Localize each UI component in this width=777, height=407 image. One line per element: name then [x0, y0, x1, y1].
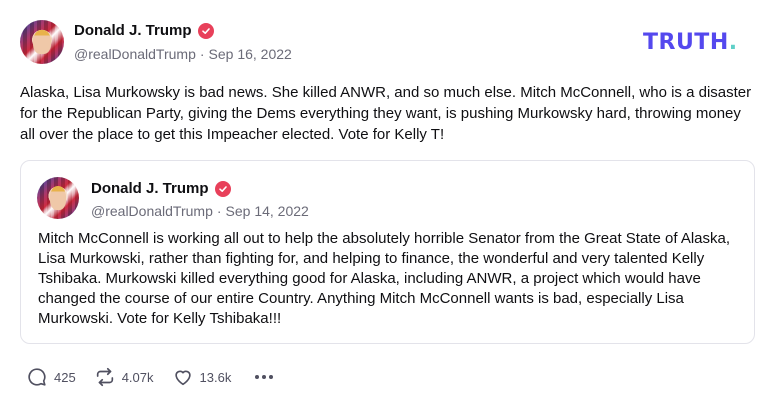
- more-dot: [269, 375, 274, 379]
- quoted-post-body-text: Mitch McConnell is working all out to he…: [38, 230, 731, 327]
- avatar-face: [33, 29, 51, 55]
- handle-separator: ·: [199, 46, 205, 62]
- quoted-post-card[interactable]: Donald J. Trump @realDonaldTrump · Sep 1…: [20, 160, 755, 344]
- author-avatar[interactable]: [20, 20, 64, 64]
- author-name[interactable]: Donald J. Trump: [74, 22, 192, 39]
- author-handle-row: @realDonaldTrump · Sep 16, 2022: [74, 46, 292, 62]
- logo-text: TRUTH: [643, 30, 729, 55]
- like-count: 13.6k: [199, 369, 232, 385]
- heart-icon: [174, 370, 191, 386]
- verified-badge-icon: [214, 180, 231, 197]
- post-body-text: Alaska, Lisa Murkowsky is bad news. She …: [20, 84, 752, 143]
- retruth-icon: [96, 367, 113, 387]
- logo-dot: .: [728, 30, 738, 55]
- quoted-author-name-row: Donald J. Trump: [91, 180, 231, 197]
- quoted-author-name[interactable]: Donald J. Trump: [91, 180, 209, 197]
- post-action-bar: 425 4.07k 13.6k: [26, 366, 277, 388]
- retruth-count: 4.07k: [121, 369, 154, 385]
- more-dots-icon[interactable]: [251, 375, 277, 379]
- more-dot: [262, 375, 267, 379]
- more-dot: [255, 375, 260, 379]
- verified-badge-icon: [197, 22, 214, 39]
- retruth-button[interactable]: 4.07k: [94, 366, 154, 388]
- reply-count: 425: [54, 369, 76, 385]
- handle-separator: ·: [216, 203, 222, 219]
- comment-icon: [28, 368, 46, 386]
- like-button[interactable]: 13.6k: [172, 366, 232, 388]
- avatar-face: [49, 186, 67, 210]
- reply-button[interactable]: 425: [26, 366, 76, 388]
- author-name-row: Donald J. Trump: [74, 22, 214, 39]
- quoted-author-handle[interactable]: @realDonaldTrump: [91, 203, 213, 219]
- quoted-author-handle-row: @realDonaldTrump · Sep 14, 2022: [91, 203, 309, 219]
- quoted-post-date[interactable]: Sep 14, 2022: [226, 203, 309, 219]
- quoted-author-avatar[interactable]: [37, 177, 79, 219]
- truth-logo[interactable]: TRUTH.: [643, 30, 738, 55]
- post-date[interactable]: Sep 16, 2022: [209, 46, 292, 62]
- author-handle[interactable]: @realDonaldTrump: [74, 46, 196, 62]
